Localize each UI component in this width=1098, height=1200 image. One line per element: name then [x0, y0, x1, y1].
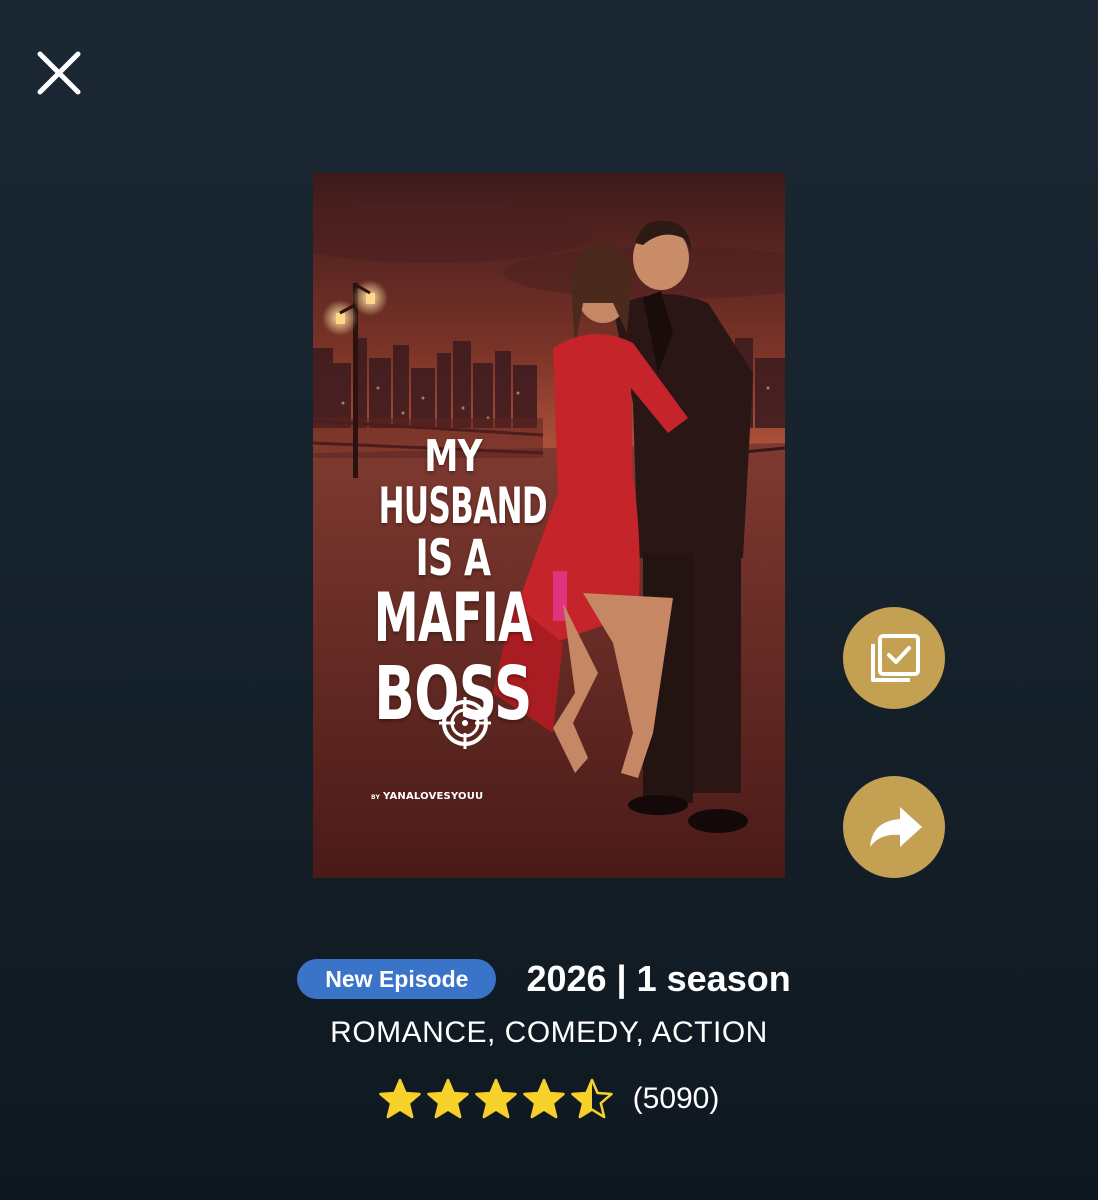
star-full-icon — [522, 1078, 565, 1119]
year-season-text: 2026 | 1 season — [526, 958, 791, 999]
show-poster[interactable]: MY HUSBAND IS A MAFIA BOSS BY YANALOVESYO… — [313, 173, 785, 878]
new-episode-badge: New Episode — [297, 959, 497, 999]
crosshair-icon — [439, 697, 491, 749]
poster-title-line: IS A — [415, 529, 491, 587]
share-button[interactable] — [843, 776, 945, 878]
poster-byline: BY YANALOVESYOUU — [371, 791, 483, 802]
poster-title: MY HUSBAND IS A MAFIA BOSS — [333, 431, 573, 732]
poster-title-line: HUSBAND — [378, 477, 548, 535]
poster-title-line: MY — [424, 431, 482, 482]
share-arrow-icon — [870, 807, 922, 847]
close-button[interactable] — [34, 48, 84, 98]
star-rating — [378, 1078, 619, 1120]
checked-list-icon — [871, 634, 920, 682]
close-icon — [37, 51, 81, 95]
star-full-icon — [426, 1078, 469, 1119]
poster-title-line: MAFIA — [373, 579, 533, 658]
poster-byline-author: YANALOVESYOUU — [383, 791, 484, 802]
star-full-icon — [474, 1078, 517, 1119]
genres-text: ROMANCE, COMEDY, ACTION — [330, 1016, 768, 1049]
poster-byline-prefix: BY — [371, 794, 380, 801]
star-half-icon — [570, 1078, 613, 1119]
rating-count: (5090) — [632, 1082, 720, 1115]
add-to-my-list-button[interactable] — [843, 607, 945, 709]
rating-row: (5090) — [0, 1078, 1098, 1120]
star-full-icon — [378, 1078, 421, 1119]
meta-row: New Episode 2026 | 1 season — [0, 958, 1098, 1000]
